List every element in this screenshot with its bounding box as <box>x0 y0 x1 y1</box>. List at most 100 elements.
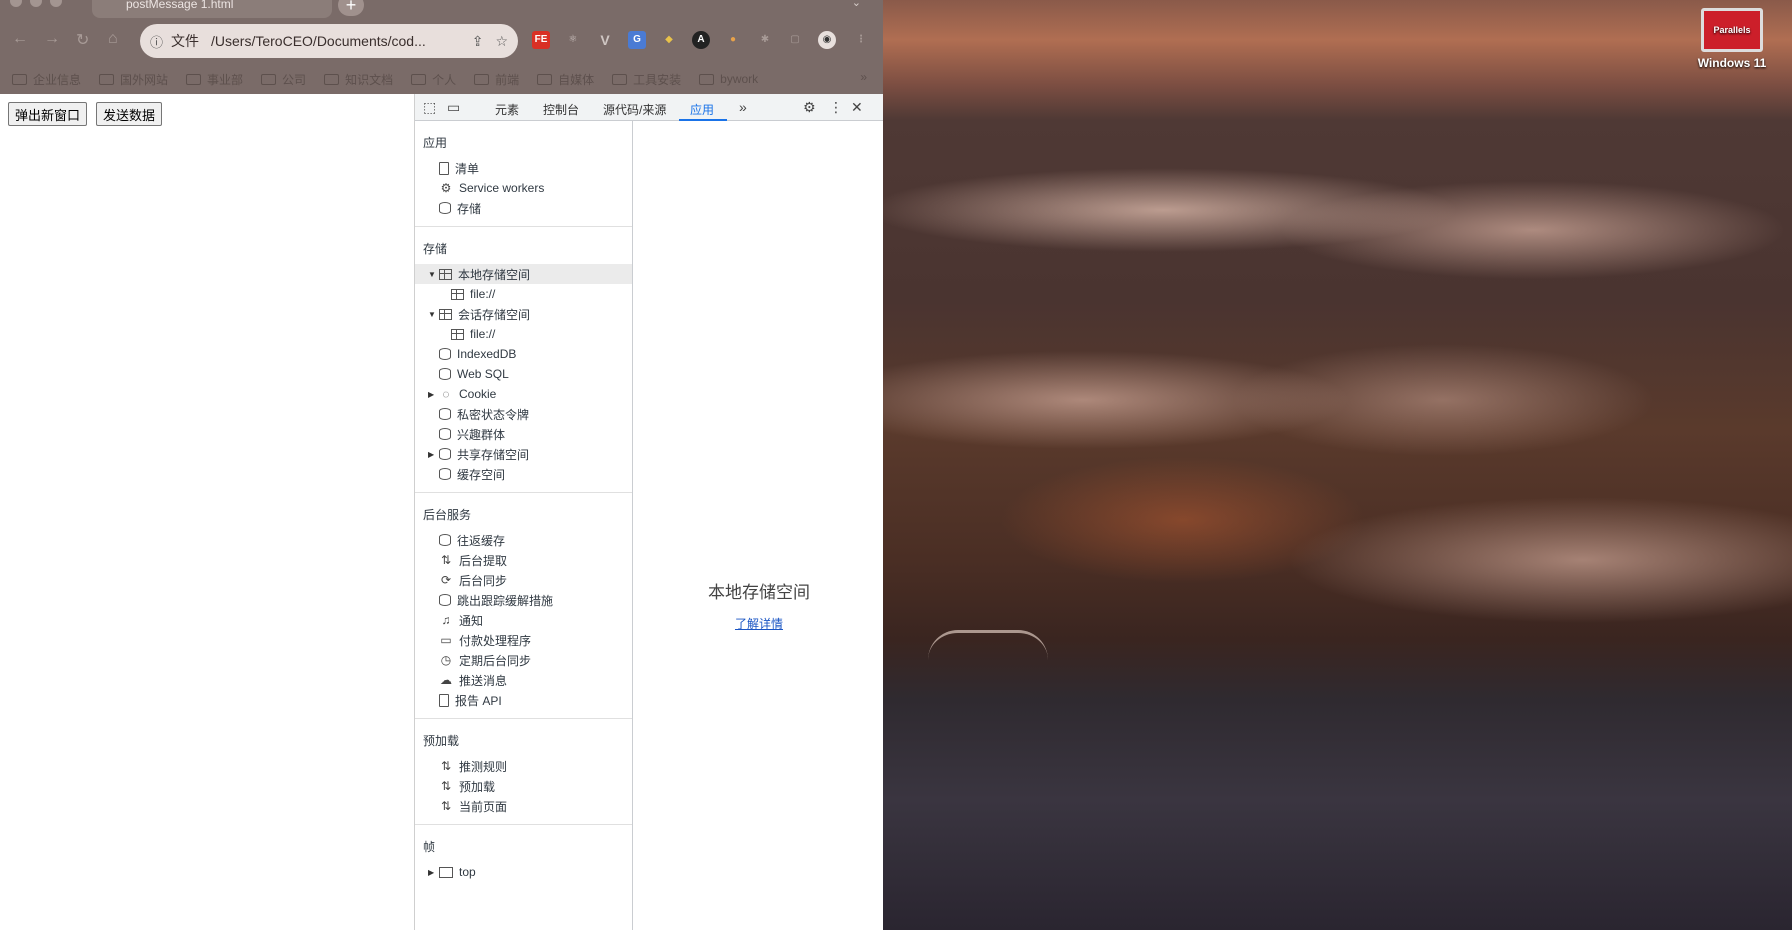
sidebar-item-preloads[interactable]: ⇅ 预加载 <box>415 776 632 796</box>
folder-icon <box>12 73 27 85</box>
sidebar-item-periodic-sync[interactable]: ◷ 定期后台同步 <box>415 650 632 670</box>
collapse-arrow-icon[interactable]: ▶ <box>428 450 434 459</box>
cookie-icon: ◌ <box>442 387 450 401</box>
expand-arrow-icon[interactable]: ▼ <box>428 310 436 319</box>
puzzle-extensions-icon[interactable]: ✱ <box>756 31 774 49</box>
collapse-arrow-icon[interactable]: ▶ <box>428 390 434 399</box>
home-icon[interactable]: ⌂ <box>108 30 118 48</box>
forward-icon[interactable]: → <box>44 30 60 48</box>
sidebar-item-push-messaging[interactable]: ☁ 推送消息 <box>415 670 632 690</box>
react-extension-icon[interactable]: ⚛ <box>564 31 582 49</box>
windows11-desktop-icon[interactable]: Parallels Windows 11 <box>1690 8 1774 70</box>
expand-arrow-icon[interactable]: ▼ <box>428 270 436 279</box>
section-title-app: 应用 <box>423 136 448 150</box>
close-devtools-icon[interactable]: ✕ <box>851 99 863 116</box>
folder-icon <box>324 73 340 85</box>
sidebar-item-reporting-api[interactable]: 报告 API <box>415 690 632 710</box>
sidebar-item-notifications[interactable]: ♫ 通知 <box>415 610 632 630</box>
bookmark-folder[interactable]: bywork <box>699 72 758 86</box>
tab-search-icon[interactable]: ⌄ <box>852 0 861 9</box>
bookmark-folder[interactable]: 工具安装 <box>612 71 681 88</box>
bookmark-folder[interactable]: 知识文档 <box>324 71 393 88</box>
frame-icon <box>439 866 453 878</box>
folder-icon <box>186 73 202 85</box>
tab-console[interactable]: 控制台 <box>543 101 579 118</box>
sidebar-item-background-sync[interactable]: ⟳ 后台同步 <box>415 570 632 590</box>
sidepanel-icon[interactable]: ▢ <box>786 31 804 49</box>
sidebar-item-local-file[interactable]: file:// <box>415 284 632 304</box>
folder-icon <box>261 73 277 85</box>
address-bar[interactable]: ⓘ 文件 /Users/TeroCEO/Documents/cod... ⇪ ☆ <box>140 24 518 58</box>
sidebar-item-top-frame[interactable]: ▶ top <box>415 862 632 882</box>
bookmark-folder[interactable]: 个人 <box>411 71 456 88</box>
bookmark-folder[interactable]: 公司 <box>261 71 306 88</box>
cookie-extension-icon[interactable]: ● <box>724 31 742 49</box>
database-icon <box>439 468 451 480</box>
bookmark-folder[interactable]: 企业信息 <box>12 71 81 88</box>
learn-more-link[interactable]: 了解详情 <box>735 615 783 632</box>
zoom-window-button[interactable] <box>50 0 62 7</box>
device-toolbar-icon[interactable]: ▭ <box>447 99 460 116</box>
yellow-extension-icon[interactable]: ◆ <box>660 31 678 49</box>
database-icon <box>439 348 451 360</box>
collapse-arrow-icon[interactable]: ▶ <box>428 868 434 877</box>
more-tabs-icon[interactable]: » <box>739 99 747 115</box>
minimize-window-button[interactable] <box>30 0 42 7</box>
sidebar-item-service-workers[interactable]: ⚙ Service workers <box>415 178 632 198</box>
tab-elements[interactable]: 元素 <box>495 101 519 118</box>
document-icon <box>439 693 449 707</box>
settings-gear-icon[interactable]: ⚙ <box>803 99 816 116</box>
menu-kebab-icon[interactable]: ⋮ <box>852 31 870 49</box>
sidebar-item-shared-storage[interactable]: ▶ 共享存储空间 <box>415 444 632 464</box>
sidebar-item-payment-handler[interactable]: ▭ 付款处理程序 <box>415 630 632 650</box>
bookmark-folder[interactable]: 自媒体 <box>537 71 594 88</box>
bookmarks-overflow-button[interactable]: » <box>860 70 867 84</box>
bookmark-folder[interactable]: 事业部 <box>186 71 243 88</box>
sidebar-item-indexeddb[interactable]: IndexedDB <box>415 344 632 364</box>
parallels-icon: Parallels <box>1701 8 1763 52</box>
close-window-button[interactable] <box>10 0 22 7</box>
fe-extension-icon[interactable]: FE <box>532 31 550 49</box>
browser-tab[interactable]: postMessage 1.html <box>92 0 332 18</box>
devtools-menu-icon[interactable]: ⋮ <box>829 99 843 116</box>
inspect-element-icon[interactable]: ⬚ <box>423 99 436 116</box>
database-icon <box>439 428 451 440</box>
open-window-button[interactable]: 弹出新窗口 <box>8 102 88 126</box>
angular-extension-icon[interactable]: A <box>692 31 710 49</box>
bookmark-folder[interactable]: 国外网站 <box>99 71 168 88</box>
sidebar-item-cookie[interactable]: ▶ ◌ Cookie <box>415 384 632 404</box>
tab-application[interactable]: 应用 <box>690 101 714 118</box>
profile-avatar[interactable]: ◉ <box>818 31 836 49</box>
share-icon[interactable]: ⇪ <box>472 33 484 50</box>
send-data-button[interactable]: 发送数据 <box>96 102 163 126</box>
arrows-icon: ⇅ <box>440 779 452 793</box>
sidebar-item-cache-storage[interactable]: 缓存空间 <box>415 464 632 484</box>
sidebar-item-local-storage[interactable]: ▼ 本地存储空间 <box>415 264 632 284</box>
bookmark-folder[interactable]: 前端 <box>474 71 519 88</box>
sidebar-item-this-page[interactable]: ⇅ 当前页面 <box>415 796 632 816</box>
bookmark-star-icon[interactable]: ☆ <box>495 33 508 50</box>
v-extension-icon[interactable]: V <box>596 31 614 49</box>
sidebar-item-bounce-tracking[interactable]: 跳出跟踪缓解措施 <box>415 590 632 610</box>
tab-sources[interactable]: 源代码/来源 <box>603 101 666 118</box>
sidebar-item-manifest[interactable]: 清单 <box>415 158 632 178</box>
sidebar-item-storage[interactable]: 存储 <box>415 198 632 218</box>
sidebar-item-session-file[interactable]: file:// <box>415 324 632 344</box>
sidebar-item-websql[interactable]: Web SQL <box>415 364 632 384</box>
sidebar-item-speculation-rules[interactable]: ⇅ 推测规则 <box>415 756 632 776</box>
sidebar-item-session-storage[interactable]: ▼ 会话存储空间 <box>415 304 632 324</box>
database-icon <box>439 368 451 380</box>
info-icon[interactable]: ⓘ <box>150 32 163 51</box>
sidebar-item-private-state-tokens[interactable]: 私密状态令牌 <box>415 404 632 424</box>
sidebar-item-interest-groups[interactable]: 兴趣群体 <box>415 424 632 444</box>
tab-title: postMessage 1.html <box>126 0 234 11</box>
reload-icon[interactable]: ↻ <box>76 30 89 50</box>
folder-icon <box>612 73 628 85</box>
back-icon[interactable]: ← <box>12 30 28 48</box>
sidebar-item-background-fetch[interactable]: ⇅ 后台提取 <box>415 550 632 570</box>
application-sidebar: 应用 清单 ⚙ Service workers 存储 存储 ▼ 本地存储空间 fil… <box>415 121 633 930</box>
translate-extension-icon[interactable]: G <box>628 31 646 49</box>
new-tab-button[interactable]: + <box>338 0 364 16</box>
sidebar-item-bfcache[interactable]: 往返缓存 <box>415 530 632 550</box>
empty-state-title: 本地存储空间 <box>708 583 810 602</box>
